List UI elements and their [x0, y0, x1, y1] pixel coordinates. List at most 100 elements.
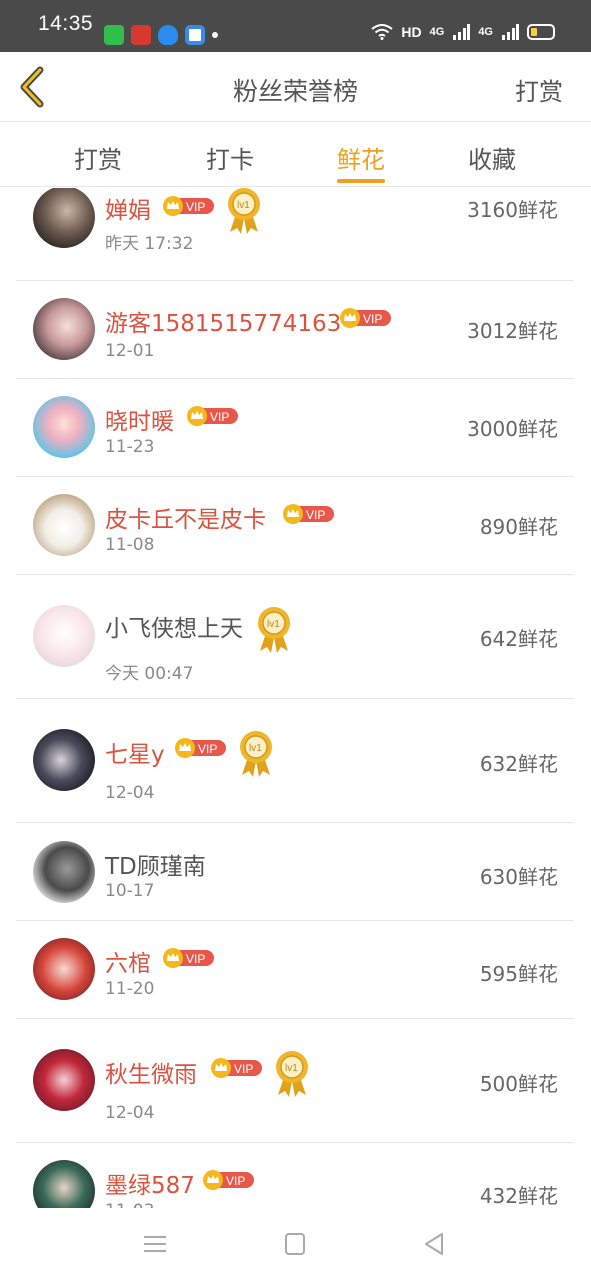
avatar[interactable]: [33, 938, 95, 1000]
fan-name[interactable]: 游客1581515774163: [105, 304, 341, 338]
flower-count: 890鲜花: [479, 515, 558, 539]
level-medal-icon: lv1: [240, 731, 272, 777]
fan-name[interactable]: 六棺: [105, 944, 151, 978]
list-item[interactable]: TD顾瑾南 10-17 630鲜花: [16, 823, 574, 921]
fan-date: 12-04: [105, 1103, 155, 1123]
fan-date: 11-08: [105, 535, 155, 555]
news-app-icon: [131, 25, 151, 45]
vip-badge: VIP: [163, 948, 214, 968]
fan-date: 10-17: [105, 881, 155, 901]
vip-badge-label: VIP: [226, 1174, 245, 1188]
back-icon[interactable]: [420, 1230, 450, 1258]
vip-badge: VIP: [211, 1058, 262, 1078]
avatar[interactable]: [33, 1160, 95, 1208]
tab-bar: 打赏 打卡 鲜花 收藏: [0, 123, 591, 187]
menu-icon[interactable]: [140, 1230, 170, 1258]
flower-count: 642鲜花: [479, 627, 558, 651]
hd-label: HD: [401, 24, 422, 40]
system-nav-bar: [0, 1208, 591, 1280]
vip-badge: VIP: [175, 738, 226, 758]
medal-label: lv1: [285, 1063, 298, 1074]
level-medal-icon: lv1: [258, 607, 290, 653]
flower-count: 3160鲜花: [467, 198, 558, 222]
fan-name[interactable]: 墨绿587: [105, 1166, 195, 1200]
signal1-label: 4G: [429, 26, 445, 38]
level-medal-icon: lv1: [276, 1051, 308, 1097]
vip-badge-label: VIP: [363, 312, 382, 326]
tab-flowers[interactable]: 鲜花: [337, 140, 385, 175]
fan-name[interactable]: TD顾瑾南: [105, 847, 206, 881]
avatar[interactable]: [33, 188, 95, 248]
vip-badge: VIP: [203, 1170, 254, 1190]
flower-count: 432鲜花: [479, 1184, 558, 1208]
fan-date: 11-23: [105, 437, 155, 457]
fan-date: 12-04: [105, 783, 155, 803]
tab-favorites[interactable]: 收藏: [468, 140, 516, 175]
list-item[interactable]: 小飞侠想上天 lv1 今天 00:47 642鲜花: [16, 575, 574, 699]
fan-name[interactable]: 七星y: [105, 735, 165, 769]
avatar[interactable]: [33, 396, 95, 458]
avatar[interactable]: [33, 1049, 95, 1111]
fan-date: 11-20: [105, 979, 155, 999]
fan-name[interactable]: 婵娟: [105, 191, 151, 225]
signal-icon: [502, 24, 519, 40]
vip-badge-label: VIP: [186, 952, 205, 966]
flower-count: 632鲜花: [479, 752, 558, 776]
qq-app-icon: [158, 25, 178, 45]
medal-label: lv1: [249, 743, 262, 754]
fan-ranking-list: 婵娟 VIP lv1 昨天 17:32 3160鲜花 游客15815157741…: [0, 188, 591, 1208]
list-item[interactable]: 七星y VIP lv1 12-04 632鲜花: [16, 699, 574, 823]
avatar[interactable]: [33, 605, 95, 667]
avatar[interactable]: [33, 729, 95, 791]
flower-count: 595鲜花: [479, 962, 558, 986]
fan-name[interactable]: 秋生微雨: [105, 1055, 197, 1089]
vip-badge-label: VIP: [306, 508, 325, 522]
status-time: 14:35: [38, 12, 94, 35]
home-icon[interactable]: [280, 1230, 310, 1258]
more-notifications-dot: [212, 32, 218, 38]
vip-badge-label: VIP: [210, 410, 229, 424]
list-item[interactable]: 六棺 VIP 11-20 595鲜花: [16, 921, 574, 1019]
fan-name[interactable]: 小飞侠想上天: [105, 609, 243, 643]
avatar[interactable]: [33, 298, 95, 360]
list-item[interactable]: 秋生微雨 VIP lv1 12-04 500鲜花: [16, 1019, 574, 1143]
list-item[interactable]: 婵娟 VIP lv1 昨天 17:32 3160鲜花: [16, 188, 574, 281]
wifi-icon: [371, 24, 394, 40]
signal-icon: [453, 24, 471, 40]
list-item[interactable]: 墨绿587 VIP 11-03 432鲜花: [16, 1143, 574, 1208]
medal-label: lv1: [267, 619, 280, 630]
tab-reward[interactable]: 打赏: [74, 140, 122, 175]
fan-date: 今天 00:47: [105, 664, 194, 684]
page-title: 粉丝荣誉榜: [232, 77, 358, 106]
status-bar: 14:35 HD 4G 4G: [0, 0, 591, 52]
flower-count: 3000鲜花: [467, 417, 558, 441]
avatar[interactable]: [33, 841, 95, 903]
flower-count: 3012鲜花: [467, 319, 558, 343]
fan-name[interactable]: 晓时暖: [105, 402, 174, 436]
battery-icon: [527, 24, 555, 40]
vip-badge-label: VIP: [234, 1062, 253, 1076]
list-item[interactable]: 晓时暖 VIP 11-23 3000鲜花: [16, 379, 574, 477]
level-medal-icon: lv1: [228, 188, 260, 234]
tab-checkin[interactable]: 打卡: [206, 140, 254, 175]
browser-app-icon: [185, 25, 205, 45]
iqiyi-app-icon: [104, 25, 124, 45]
vip-badge: VIP: [163, 196, 214, 216]
list-item[interactable]: 游客1581515774163 VIP 12-01 3012鲜花: [16, 281, 574, 379]
status-right: HD 4G 4G: [371, 24, 555, 40]
list-item[interactable]: 皮卡丘不是皮卡 VIP 11-08 890鲜花: [16, 477, 574, 575]
avatar[interactable]: [33, 494, 95, 556]
vip-badge: VIP: [340, 308, 391, 328]
notification-icons: [104, 25, 218, 45]
fan-date: 11-03: [105, 1201, 154, 1208]
fan-date: 12-01: [105, 341, 155, 361]
fan-name[interactable]: 皮卡丘不是皮卡: [105, 500, 266, 534]
active-tab-indicator: [337, 179, 385, 183]
flower-count: 500鲜花: [479, 1072, 558, 1096]
medal-label: lv1: [237, 200, 250, 211]
signal2-label: 4G: [478, 26, 493, 38]
reward-button[interactable]: 打赏: [515, 72, 563, 107]
fan-date: 昨天 17:32: [105, 234, 194, 254]
vip-badge: VIP: [187, 406, 238, 426]
vip-badge: VIP: [283, 504, 334, 524]
